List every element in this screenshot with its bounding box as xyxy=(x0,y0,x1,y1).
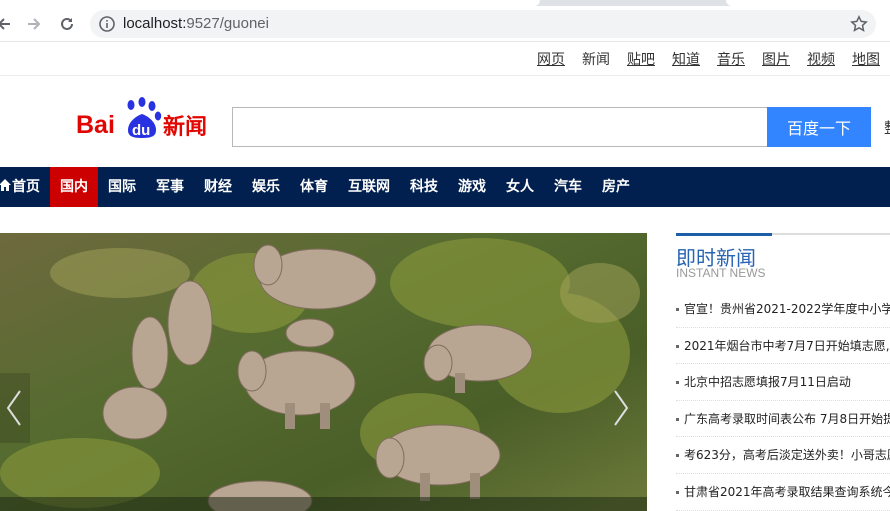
top-links: 网页 新闻 贴吧 知道 音乐 图片 视频 地图 xyxy=(520,49,880,69)
bullet-icon xyxy=(676,417,679,421)
news-item-text[interactable]: 2021年烟台市中考7月7日开始填志愿, xyxy=(684,339,890,353)
browser-toolbar: localhost:9527/guonei xyxy=(0,0,890,42)
news-item[interactable]: 官宣！贵州省2021-2022学年度中小学 xyxy=(676,291,890,328)
news-item-text[interactable]: 广东高考录取时间表公布 7月8日开始提 xyxy=(684,412,890,426)
news-item[interactable]: 广东高考录取时间表公布 7月8日开始提 xyxy=(676,401,890,438)
bullet-icon xyxy=(676,381,679,385)
url-text[interactable]: localhost:9527/guonei xyxy=(123,15,269,32)
logo-news-text: 新闻 xyxy=(163,114,207,140)
channel-home[interactable]: 首页 xyxy=(0,167,50,207)
news-item[interactable]: 甘肃省2021年高考录取结果查询系统今 xyxy=(676,474,890,511)
news-item[interactable]: 北京中招志愿填报7月11日启动 xyxy=(676,364,890,401)
logo-du-text: du xyxy=(132,122,150,139)
reload-icon xyxy=(61,17,73,30)
channel-realestate[interactable]: 房产 xyxy=(602,167,630,207)
news-item-text[interactable]: 北京中招志愿填报7月11日启动 xyxy=(684,375,851,389)
logo-bai-text: Bai xyxy=(76,111,115,139)
bullet-icon xyxy=(676,308,679,311)
slider-next-icon[interactable] xyxy=(605,373,635,443)
news-item-text[interactable]: 考623分，高考后淡定送外卖！小哥志愿 xyxy=(684,448,890,462)
forward-button[interactable] xyxy=(22,12,46,36)
news-list: 官宣！贵州省2021-2022学年度中小学 2021年烟台市中考7月7日开始填志… xyxy=(676,291,890,511)
url-host: localhost: xyxy=(123,15,187,32)
toplink-tieba[interactable]: 贴吧 xyxy=(627,49,655,69)
search-button[interactable]: 百度一下 xyxy=(767,107,871,147)
news-item[interactable]: 2021年烟台市中考7月7日开始填志愿, xyxy=(676,328,890,365)
news-item-text[interactable]: 甘肃省2021年高考录取结果查询系统今 xyxy=(684,485,890,499)
channel-tech[interactable]: 科技 xyxy=(410,167,438,207)
channel-internet[interactable]: 互联网 xyxy=(348,167,390,207)
divider xyxy=(0,75,890,76)
toplink-zhidao[interactable]: 知道 xyxy=(672,49,700,69)
instant-news-panel: 即时新闻 INSTANT NEWS 官宣！贵州省2021-2022学年度中小学 … xyxy=(676,233,890,511)
address-bar[interactable]: localhost:9527/guonei xyxy=(90,10,876,38)
channel-label: 首页 xyxy=(12,179,40,195)
toplink-music[interactable]: 音乐 xyxy=(717,49,745,69)
bullet-icon xyxy=(676,454,679,458)
elephants-photo xyxy=(0,233,647,511)
star-icon[interactable] xyxy=(850,15,868,33)
bullet-icon xyxy=(676,344,679,348)
channel-military[interactable]: 军事 xyxy=(156,167,184,207)
back-button[interactable] xyxy=(0,12,16,36)
channel-domestic[interactable]: 国内 xyxy=(50,167,98,207)
reload-button[interactable] xyxy=(55,12,79,36)
bullet-icon xyxy=(676,490,679,494)
toplink-images[interactable]: 图片 xyxy=(762,49,790,69)
browser-tab[interactable] xyxy=(0,0,540,6)
channel-women[interactable]: 女人 xyxy=(506,167,534,207)
arrow-right-icon xyxy=(28,18,41,30)
channel-games[interactable]: 游戏 xyxy=(458,167,486,207)
toplink-map[interactable]: 地图 xyxy=(852,49,880,69)
toplink-web[interactable]: 网页 xyxy=(537,49,565,69)
news-item[interactable]: 考623分，高考后淡定送外卖！小哥志愿 xyxy=(676,437,890,474)
channel-auto[interactable]: 汽车 xyxy=(554,167,582,207)
news-slider[interactable] xyxy=(0,233,647,511)
channel-entertainment[interactable]: 娱乐 xyxy=(252,167,280,207)
channel-sports[interactable]: 体育 xyxy=(300,167,328,207)
toplink-video[interactable]: 视频 xyxy=(807,49,835,69)
instant-news-subtitle: INSTANT NEWS xyxy=(676,266,766,280)
search-input[interactable] xyxy=(232,107,768,147)
toplink-news[interactable]: 新闻 xyxy=(582,49,610,69)
arrow-left-icon xyxy=(0,18,10,30)
browser-tab[interactable] xyxy=(726,0,890,6)
baidu-news-logo[interactable]: Bai du 新闻 xyxy=(76,96,216,142)
channel-international[interactable]: 国际 xyxy=(108,167,136,207)
info-icon[interactable] xyxy=(98,15,116,33)
clipped-link-text[interactable]: 整 xyxy=(884,117,890,138)
news-item-text[interactable]: 官宣！贵州省2021-2022学年度中小学 xyxy=(684,302,890,316)
url-path: 9527/guonei xyxy=(186,15,269,32)
channel-nav: 首页 国内 国际 军事 财经 娱乐 体育 互联网 科技 游戏 女人 汽车 房产 xyxy=(0,167,890,207)
home-icon xyxy=(0,179,11,191)
channel-finance[interactable]: 财经 xyxy=(204,167,232,207)
tab-strip xyxy=(0,0,890,6)
slider-prev-icon[interactable] xyxy=(0,373,30,443)
title-underline xyxy=(676,233,772,236)
